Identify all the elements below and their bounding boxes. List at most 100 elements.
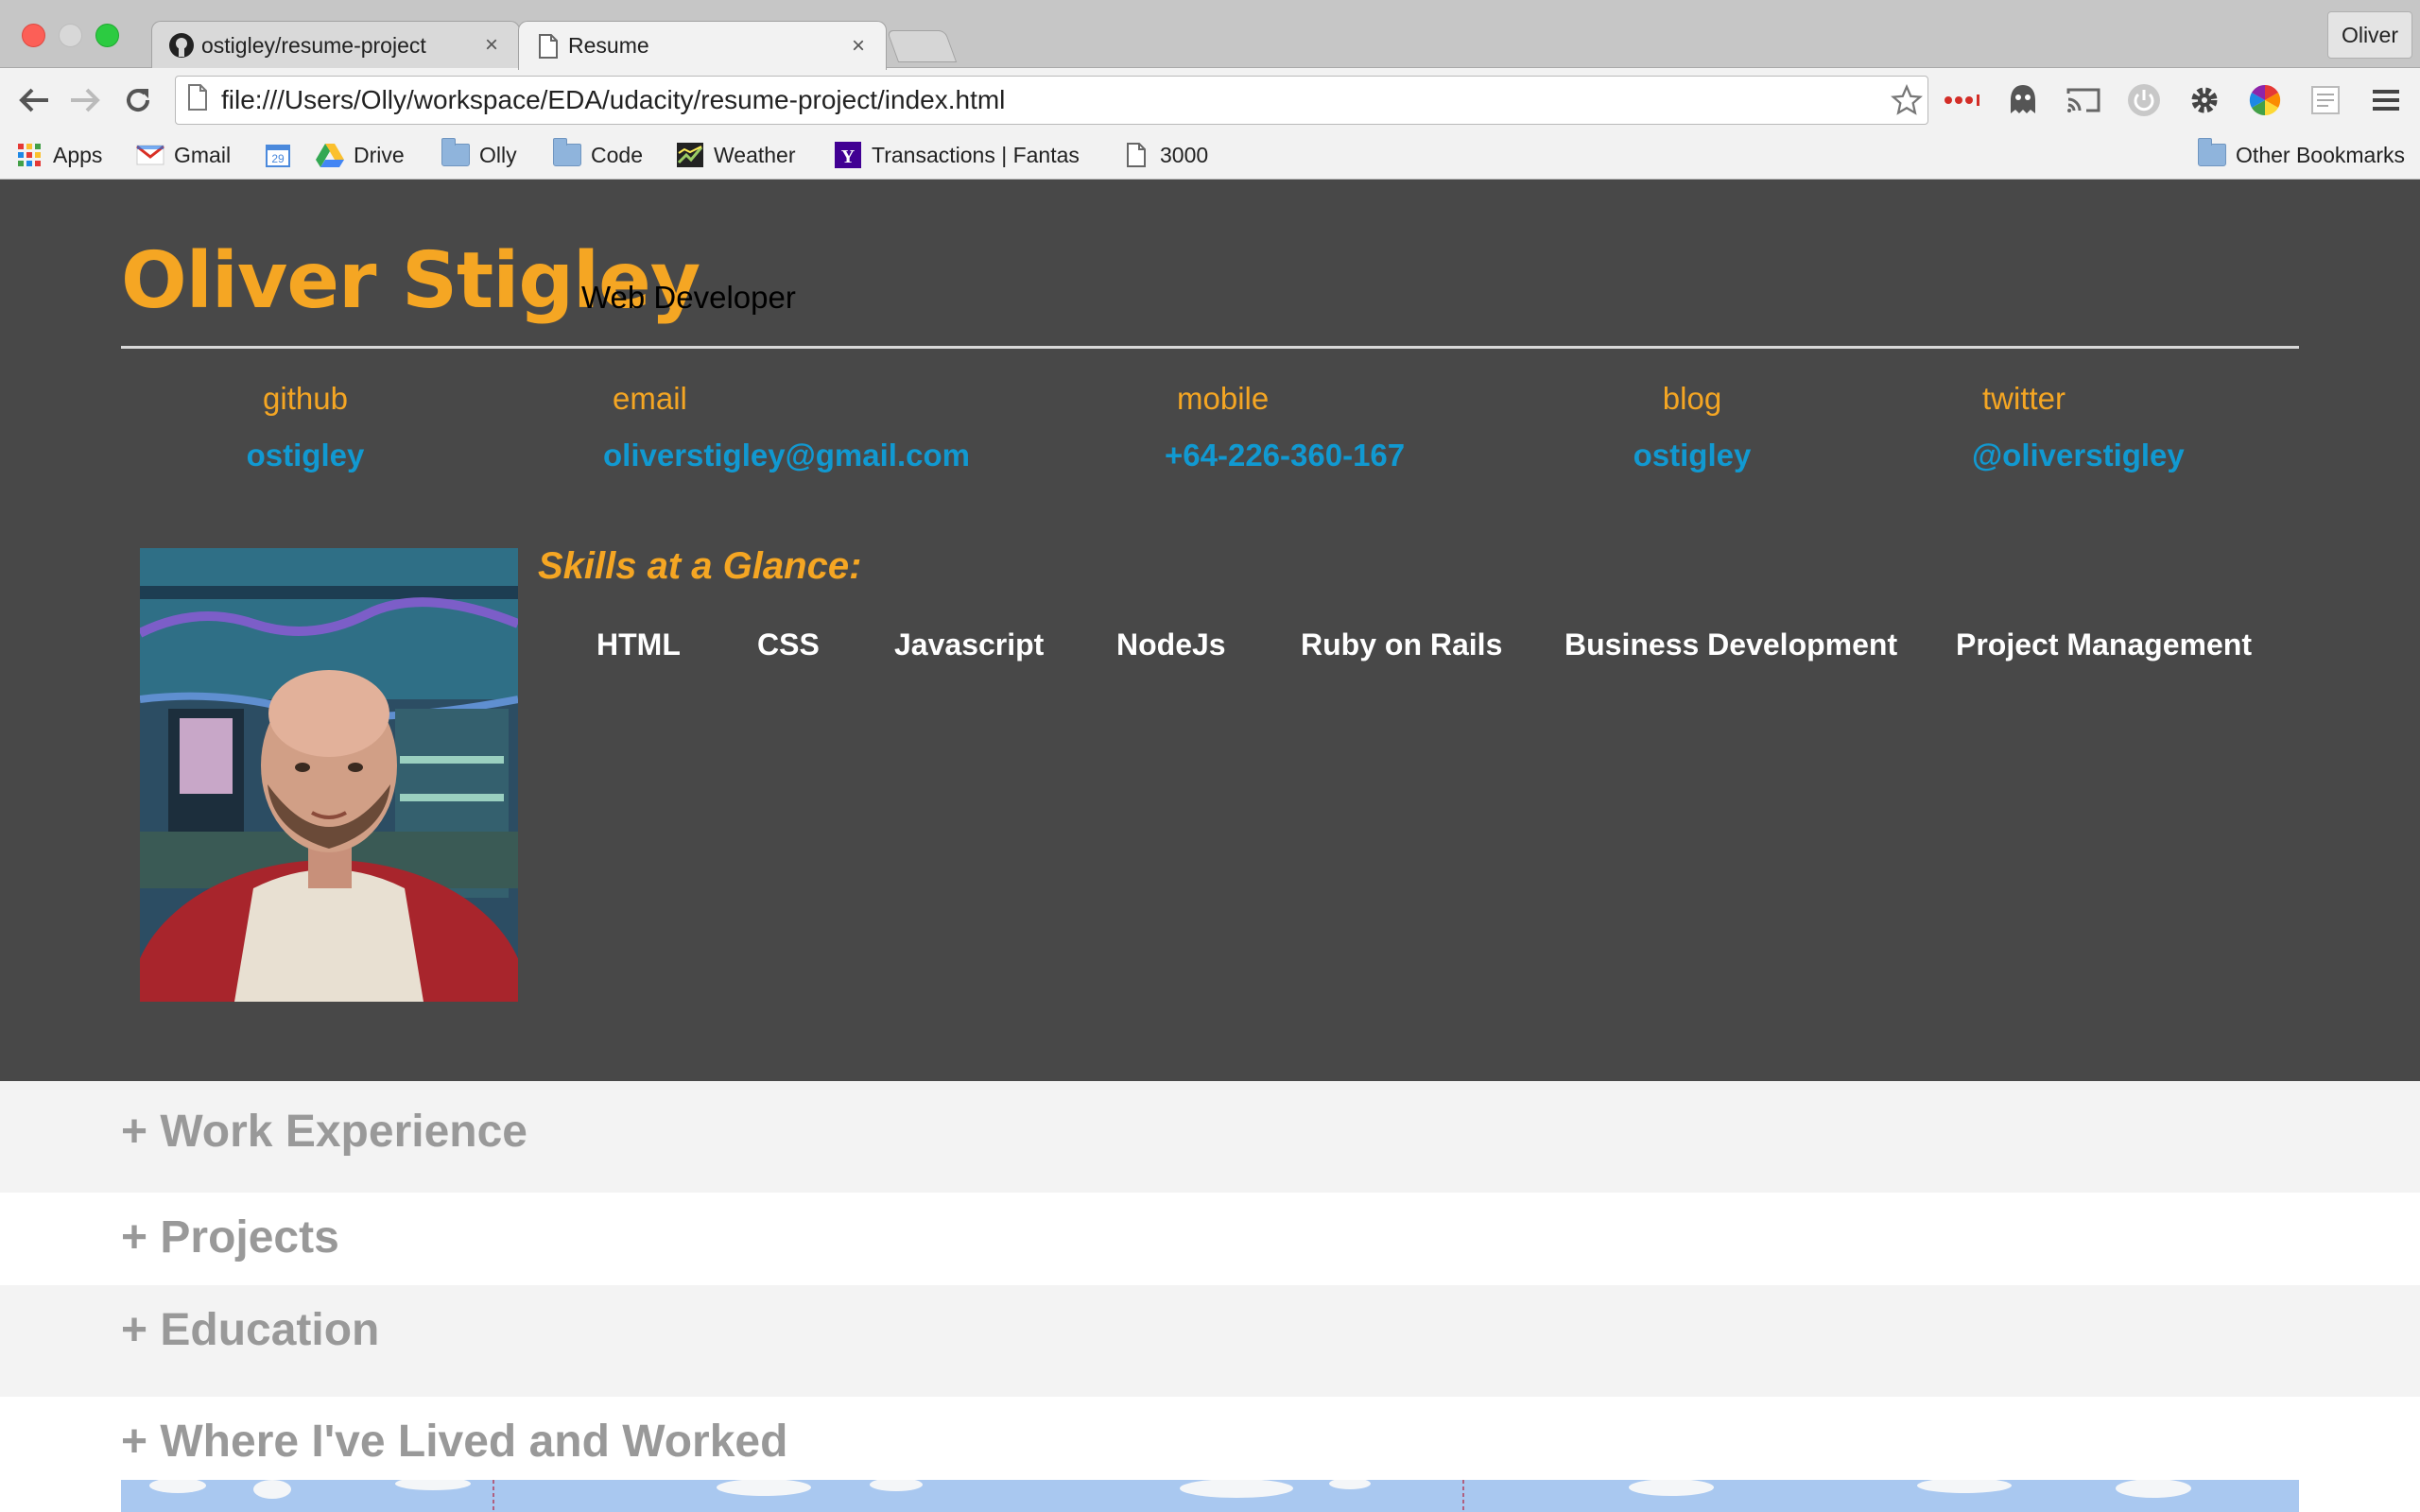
gmail-icon [136,141,164,169]
contact-value[interactable]: +64-226-360-167 [1153,438,1427,473]
contact-email: email oliverstigley@gmail.com [595,381,970,473]
contact-value[interactable]: oliverstigley@gmail.com [595,438,970,473]
resume-page: Oliver Stigley Web Developer github osti… [0,180,2420,1512]
contact-label: twitter [1982,381,2066,416]
profile-button[interactable]: Oliver [2326,11,2412,59]
contact-value[interactable]: ostigley [1626,438,1758,473]
reload-button[interactable] [117,79,159,121]
back-button[interactable] [13,79,55,121]
weather-icon [676,141,704,169]
ghostery-icon[interactable] [2002,79,2044,121]
browser-titlebar: ostigley/resume-project × Resume × Olive… [0,0,2420,70]
skill-item: HTML [596,627,681,662]
bookmark-folder-code[interactable]: Code [553,136,643,174]
browser-toolbar: file:///Users/Olly/workspace/EDA/udacity… [0,68,2420,130]
section-work-experience[interactable]: + Work Experience [0,1081,2420,1193]
bookmark-label: Transactions | Fantas [872,142,1080,167]
cast-icon[interactable] [2063,79,2104,121]
bookmark-apps[interactable]: Apps [15,136,102,174]
svg-text:Y: Y [841,146,856,167]
profile-photo [140,548,518,1002]
contact-value[interactable]: @oliverstigley [1968,438,2185,473]
section-education[interactable]: + Education [0,1285,2420,1397]
back-arrow-icon [19,88,48,112]
url-text[interactable]: file:///Users/Olly/workspace/EDA/udacity… [221,85,1886,115]
new-tab-button[interactable] [886,30,958,62]
bookmark-drive[interactable]: Drive [316,136,405,174]
menu-hamburger-icon[interactable] [2365,79,2407,121]
tab-close-icon[interactable]: × [479,32,504,59]
tab-close-icon[interactable]: × [846,33,871,60]
reload-icon [127,89,150,112]
page-icon [1122,141,1150,169]
bookmark-label: Drive [354,142,405,167]
drive-icon [316,141,344,169]
contact-blog: blog ostigley [1626,381,1758,473]
section-heading[interactable]: + Projects [121,1211,339,1263]
skill-item: Javascript [894,627,1045,662]
skill-item: NodeJs [1116,627,1226,662]
reader-extension-icon[interactable] [2305,79,2346,121]
contact-mobile: mobile +64-226-360-167 [1153,381,1427,473]
skill-item: Project Management [1956,627,2252,662]
other-bookmarks-label: Other Bookmarks [2236,142,2405,167]
resume-role: Web Developer [581,280,796,315]
bookmark-label: Code [591,142,643,167]
svg-text:29: 29 [271,152,285,165]
forward-button[interactable] [64,79,106,121]
color-picker-icon[interactable] [2244,79,2286,121]
lastpass-icon[interactable] [1942,79,1983,121]
github-icon [167,31,196,60]
minimize-window-button[interactable] [59,24,82,47]
zoom-window-button[interactable] [95,24,119,47]
bookmark-weather[interactable]: Weather [676,136,796,174]
bookmark-calendar[interactable]: 29 [264,136,292,174]
header-divider [121,346,2299,349]
yahoo-icon: Y [834,141,862,169]
contact-label: mobile [1177,381,1270,416]
contact-label: blog [1662,381,1722,416]
skill-item: CSS [757,627,820,662]
section-heading[interactable]: + Where I've Lived and Worked [121,1416,787,1468]
bookmark-label: Gmail [174,142,232,167]
bookmark-label: 3000 [1160,142,1209,167]
contact-label: email [613,381,687,416]
bookmark-label: Weather [714,142,796,167]
page-icon [187,83,208,117]
section-heading[interactable]: + Work Experience [121,1106,527,1158]
bookmark-star-icon[interactable] [1886,79,1927,121]
close-window-button[interactable] [22,24,45,47]
section-map[interactable]: + Where I've Lived and Worked [0,1397,2420,1512]
settings-gear-icon[interactable] [2184,79,2225,121]
contact-twitter: twitter @oliverstigley [1968,381,2185,473]
folder-icon [441,138,470,169]
contact-github: github ostigley [229,381,382,473]
folder-icon [2198,138,2227,169]
map-view[interactable] [121,1480,2299,1512]
contact-value[interactable]: ostigley [229,438,382,473]
address-bar[interactable]: file:///Users/Olly/workspace/EDA/udacity… [175,76,1928,125]
power-extension-icon[interactable] [2123,79,2165,121]
bookmark-3000[interactable]: 3000 [1122,136,1208,174]
tab-resume[interactable]: Resume × [518,21,887,70]
folder-icon [553,138,581,169]
apps-grid-icon [15,141,43,169]
page-icon [534,32,562,60]
bookmark-gmail[interactable]: Gmail [136,136,231,174]
bookmarks-bar: Apps Gmail 29 Drive Olly Code Weather Y … [0,130,2420,180]
bookmark-label: Apps [53,142,103,167]
section-projects[interactable]: + Projects [0,1193,2420,1285]
bookmark-label: Olly [479,142,517,167]
tab-github[interactable]: ostigley/resume-project × [151,21,520,69]
skill-item: Ruby on Rails [1301,627,1503,662]
tab-title: Resume [568,33,649,58]
other-bookmarks[interactable]: Other Bookmarks [2198,136,2405,174]
section-heading[interactable]: + Education [121,1304,379,1356]
forward-arrow-icon [71,88,100,112]
bookmark-yahoo[interactable]: Y Transactions | Fantas [834,136,1093,174]
resume-header: Oliver Stigley Web Developer github osti… [0,180,2420,1081]
tab-title: ostigley/resume-project [201,32,426,58]
calendar-icon: 29 [264,141,292,169]
contact-label: github [263,381,348,416]
bookmark-folder-olly[interactable]: Olly [441,136,517,174]
